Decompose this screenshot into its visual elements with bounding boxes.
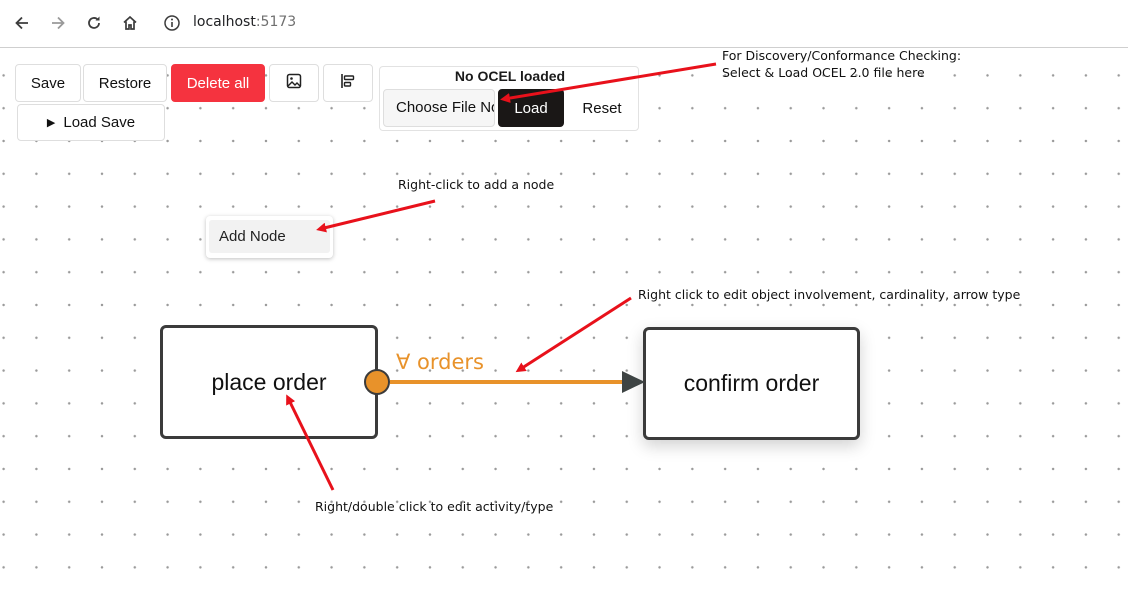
activity-node-place-order[interactable]: place order — [160, 325, 378, 439]
edge-hint-annotation: Right click to edit object involvement, … — [638, 287, 1021, 302]
context-menu-item-add-node[interactable]: Add Node — [209, 220, 330, 253]
forward-arrow-icon[interactable] — [45, 10, 71, 36]
restore-button[interactable]: Restore — [83, 64, 167, 102]
home-icon[interactable] — [117, 10, 143, 36]
browser-toolbar: localhost:5173 — [0, 0, 1128, 48]
ocel-hint-line2: Select & Load OCEL 2.0 file here — [722, 65, 925, 80]
address-bar[interactable]: localhost:5173 — [193, 14, 296, 30]
align-layout-icon — [340, 73, 356, 93]
node-hint-annotation: Right/double click to edit activity/type — [315, 499, 554, 514]
save-button[interactable]: Save — [15, 64, 81, 102]
image-icon — [286, 73, 302, 93]
ocel-hint-annotation: For Discovery/Conformance Checking: Sele… — [722, 47, 961, 81]
url-port: :5173 — [255, 14, 297, 30]
reload-icon[interactable] — [81, 10, 107, 36]
ocel-status: No OCEL loaded — [454, 68, 566, 84]
url-host: localhost — [193, 14, 256, 30]
load-ocel-button[interactable]: Load — [498, 89, 564, 127]
activity-node-confirm-order[interactable]: confirm order — [643, 327, 860, 440]
reset-ocel-button[interactable]: Reset — [567, 89, 637, 127]
load-save-label: Load Save — [63, 114, 136, 131]
delete-all-button[interactable]: Delete all — [171, 64, 265, 102]
ocel-hint-line1: For Discovery/Conformance Checking: — [722, 48, 962, 63]
back-arrow-icon[interactable] — [9, 10, 35, 36]
context-menu: Add Node — [206, 216, 333, 258]
load-save-button[interactable]: ▶ Load Save — [17, 104, 165, 141]
ocel-panel: No OCEL loaded Choose File No file chose… — [379, 66, 639, 131]
edge-label[interactable]: ∀ orders — [396, 350, 484, 374]
add-node-hint-annotation: Right-click to add a node — [398, 177, 555, 192]
auto-layout-button[interactable] — [323, 64, 373, 102]
choose-file-input[interactable]: Choose File No file chosen — [383, 89, 495, 127]
export-image-button[interactable] — [269, 64, 319, 102]
play-triangle-icon: ▶ — [46, 117, 56, 129]
site-info-icon[interactable] — [163, 14, 181, 32]
